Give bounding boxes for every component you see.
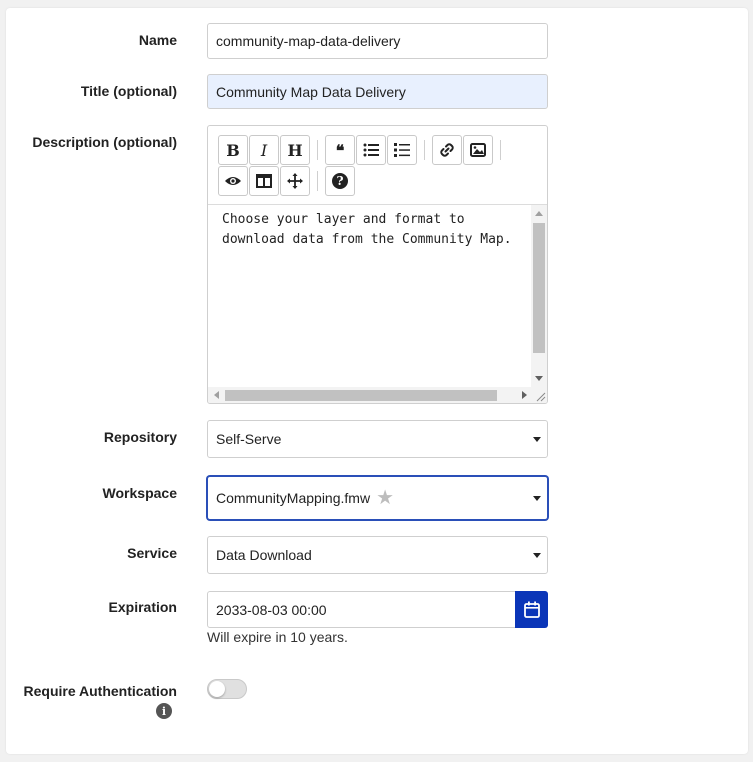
calendar-button[interactable] (515, 591, 548, 628)
name-input-value: community-map-data-delivery (216, 33, 401, 49)
chevron-down-icon (533, 553, 541, 558)
editor-toolbar: B I H ❝ ? (208, 126, 547, 205)
name-label: Name (138, 32, 177, 48)
scroll-right-arrow-icon[interactable] (522, 391, 527, 399)
fullscreen-icon[interactable] (280, 166, 310, 196)
calendar-icon (523, 601, 540, 618)
expiration-hint: Will expire in 10 years. (207, 629, 348, 645)
title-input[interactable]: Community Map Data Delivery (207, 74, 548, 109)
scroll-left-arrow-icon[interactable] (214, 391, 219, 399)
unordered-list-icon[interactable] (356, 135, 386, 165)
workspace-select-value: CommunityMapping.fmw (216, 490, 371, 506)
toggle-knob (209, 681, 225, 697)
require-auth-label: Require Authentication (23, 683, 178, 699)
vertical-scrollbar[interactable] (531, 205, 547, 387)
expiration-label: Expiration (108, 599, 177, 615)
description-label: Description (optional) (32, 134, 177, 150)
workspace-label: Workspace (102, 485, 177, 501)
title-input-value: Community Map Data Delivery (216, 83, 406, 100)
link-icon[interactable] (432, 135, 462, 165)
toolbar-separator (424, 140, 425, 160)
star-icon[interactable]: ★ (376, 488, 394, 508)
service-label: Service (127, 545, 177, 561)
help-icon[interactable]: ? (325, 166, 355, 196)
repository-select[interactable]: Self-Serve (207, 420, 548, 458)
scroll-down-arrow-icon[interactable] (535, 376, 543, 381)
toolbar-separator (500, 140, 501, 160)
workspace-select[interactable]: CommunityMapping.fmw ★ (207, 476, 548, 520)
quote-icon[interactable]: ❝ (325, 135, 355, 165)
preview-icon[interactable] (218, 166, 248, 196)
service-select-value: Data Download (216, 547, 312, 563)
image-icon[interactable] (463, 135, 493, 165)
description-textarea[interactable]: Choose your layer and format to download… (208, 205, 531, 387)
description-editor[interactable]: B I H ❝ ? Choose your layer and format t… (207, 125, 548, 404)
repository-select-value: Self-Serve (216, 431, 282, 447)
title-label: Title (optional) (80, 83, 177, 99)
expiration-input[interactable]: 2033-08-03 00:00 (207, 591, 516, 628)
resize-handle-icon[interactable] (531, 387, 547, 403)
name-input[interactable]: community-map-data-delivery (207, 23, 548, 59)
scroll-up-arrow-icon[interactable] (535, 211, 543, 216)
service-select[interactable]: Data Download (207, 536, 548, 574)
bold-icon[interactable]: B (218, 135, 248, 165)
ordered-list-icon[interactable] (387, 135, 417, 165)
toolbar-separator (317, 171, 318, 191)
heading-icon[interactable]: H (280, 135, 310, 165)
toolbar-separator (317, 140, 318, 160)
repository-label: Repository (103, 429, 177, 445)
italic-icon[interactable]: I (249, 135, 279, 165)
horizontal-scrollbar[interactable] (208, 387, 531, 403)
vertical-scroll-thumb[interactable] (533, 223, 545, 353)
chevron-down-icon (533, 496, 541, 501)
info-icon[interactable]: i (156, 703, 172, 719)
require-auth-toggle[interactable] (207, 679, 247, 699)
expiration-input-value: 2033-08-03 00:00 (216, 601, 327, 618)
chevron-down-icon (533, 437, 541, 442)
side-by-side-icon[interactable] (249, 166, 279, 196)
horizontal-scroll-thumb[interactable] (225, 390, 497, 401)
